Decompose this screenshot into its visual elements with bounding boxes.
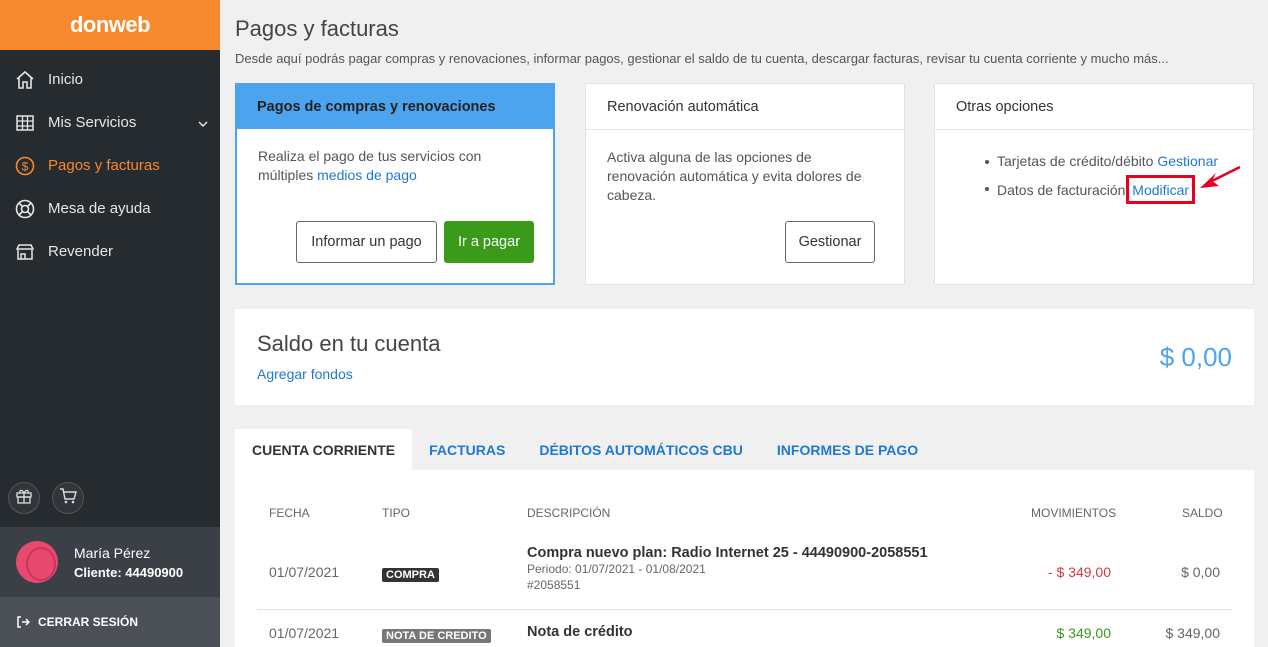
row-tipo-cell: NOTA DE CREDITO (382, 626, 491, 643)
cart-icon (59, 487, 77, 510)
tipo-badge: NOTA DE CREDITO (382, 629, 491, 643)
logout-icon (16, 615, 30, 629)
col-header-tipo: TIPO (382, 506, 411, 520)
sidebar-item-label: Mesa de ayuda (48, 200, 151, 217)
card-renovacion: Renovación automática Activa alguna de l… (585, 83, 905, 285)
tabs: CUENTA CORRIENTE FACTURAS DÉBITOS AUTOMÁ… (235, 429, 935, 470)
informar-pago-button[interactable]: Informar un pago (296, 221, 437, 263)
dollar-icon: $ (14, 155, 36, 177)
descripcion-main: Compra nuevo plan: Radio Internet 25 - 4… (527, 545, 928, 561)
tab-cuenta-corriente[interactable]: CUENTA CORRIENTE (235, 429, 413, 470)
row-saldo: $ 349,00 (1165, 625, 1221, 641)
cuenta-corriente-table: FECHA TIPO DESCRIPCIÓN MOVIMIENTOS SALDO… (235, 470, 1254, 647)
gestionar-button[interactable]: Gestionar (785, 221, 875, 263)
sidebar-item-revender[interactable]: Revender (0, 230, 220, 273)
modificar-link[interactable]: Modificar (1132, 182, 1189, 198)
tab-debitos-automaticos[interactable]: DÉBITOS AUTOMÁTICOS CBU (522, 429, 760, 470)
gift-button[interactable] (8, 482, 40, 514)
descripcion-main: Nota de crédito (527, 624, 633, 640)
col-header-movimientos: MOVIMIENTOS (1031, 506, 1117, 520)
annotation-arrow-icon (1198, 164, 1243, 197)
row-saldo: $ 0,00 (1181, 564, 1220, 580)
card-text: Activa alguna de las opciones de renovac… (607, 149, 862, 203)
tipo-badge: COMPRA (382, 568, 439, 582)
logout-button[interactable]: CERRAR SESIÓN (0, 597, 220, 647)
page-description: Desde aquí podrás pagar compras y renova… (235, 51, 1169, 66)
grid-icon (14, 112, 36, 134)
sidebar-item-label: Inicio (48, 71, 84, 88)
sidebar-item-pagos-y-facturas[interactable]: $ Pagos y facturas (0, 144, 220, 187)
table-row: 01/07/2021 NOTA DE CREDITO Nota de crédi… (257, 611, 1232, 647)
card-title: Otras opciones (935, 84, 1253, 130)
row-movimiento: - $ 349,00 (1047, 564, 1111, 580)
card-title: Pagos de compras y renovaciones (237, 85, 553, 129)
tab-facturas[interactable]: FACTURAS (412, 429, 522, 470)
page-title: Pagos y facturas (235, 16, 399, 41)
descripcion-periodo: Periodo: 01/07/2021 - 01/08/2021 (527, 562, 706, 576)
saldo-amount: $ 0,00 (1159, 342, 1232, 372)
card-text: Realiza el pago de tus servicios con múl… (237, 129, 553, 185)
cart-button[interactable] (52, 482, 84, 514)
card-pagos: Pagos de compras y renovaciones Realiza … (235, 83, 555, 285)
row-tipo-cell: COMPRA (382, 565, 439, 582)
descripcion-ref: #2058551 (527, 578, 581, 592)
card-title: Renovación automática (586, 84, 904, 130)
avatar (16, 541, 58, 583)
option-text: Datos de facturación (997, 182, 1130, 198)
gift-icon (15, 487, 33, 510)
sidebar-shortcuts (8, 482, 84, 514)
row-descripcion: Compra nuevo plan: Radio Internet 25 - 4… (527, 545, 928, 593)
medios-de-pago-link[interactable]: medios de pago (317, 167, 417, 183)
sidebar-item-mesa-de-ayuda[interactable]: Mesa de ayuda (0, 187, 220, 230)
agregar-fondos-link[interactable]: Agregar fondos (257, 366, 353, 382)
table-row: 01/07/2021 COMPRA Compra nuevo plan: Rad… (257, 542, 1232, 610)
sidebar: donweb Inicio Mis Servicios $ Pagos y fa… (0, 0, 220, 647)
sidebar-item-label: Pagos y facturas (48, 157, 160, 174)
saldo-title: Saldo en tu cuenta (257, 331, 441, 356)
sidebar-nav: Inicio Mis Servicios $ Pagos y facturas … (0, 50, 220, 273)
option-text: Tarjetas de crédito/débito (997, 153, 1158, 169)
ir-a-pagar-button[interactable]: Ir a pagar (444, 221, 534, 263)
col-header-descripcion: DESCRIPCIÓN (527, 506, 611, 520)
row-descripcion: Nota de crédito (527, 624, 633, 640)
sidebar-item-label: Mis Servicios (48, 114, 137, 131)
saldo-panel: Saldo en tu cuenta Agregar fondos $ 0,00 (235, 309, 1254, 405)
svg-text:$: $ (22, 159, 29, 173)
user-name: María Pérez (74, 544, 151, 561)
client-id: Cliente: 44490900 (74, 564, 184, 580)
lifebuoy-icon (14, 198, 36, 220)
home-icon (14, 69, 36, 91)
highlight-box: Modificar (1126, 175, 1196, 204)
row-fecha: 01/07/2021 (269, 564, 340, 580)
col-header-saldo: SALDO (1182, 506, 1223, 520)
logo[interactable]: donweb (0, 0, 220, 50)
row-movimiento: $ 349,00 (1056, 625, 1112, 641)
sidebar-item-label: Revender (48, 243, 114, 260)
tab-informes-de-pago[interactable]: INFORMES DE PAGO (760, 429, 935, 470)
user-panel[interactable]: María Pérez Cliente: 44490900 (0, 527, 220, 597)
sidebar-item-mis-servicios[interactable]: Mis Servicios (0, 101, 220, 144)
store-icon (14, 241, 36, 263)
col-header-fecha: FECHA (269, 506, 310, 520)
row-fecha: 01/07/2021 (269, 625, 340, 641)
logout-label: CERRAR SESIÓN (38, 615, 139, 629)
chevron-down-icon (198, 116, 208, 133)
sidebar-item-inicio[interactable]: Inicio (0, 58, 220, 101)
